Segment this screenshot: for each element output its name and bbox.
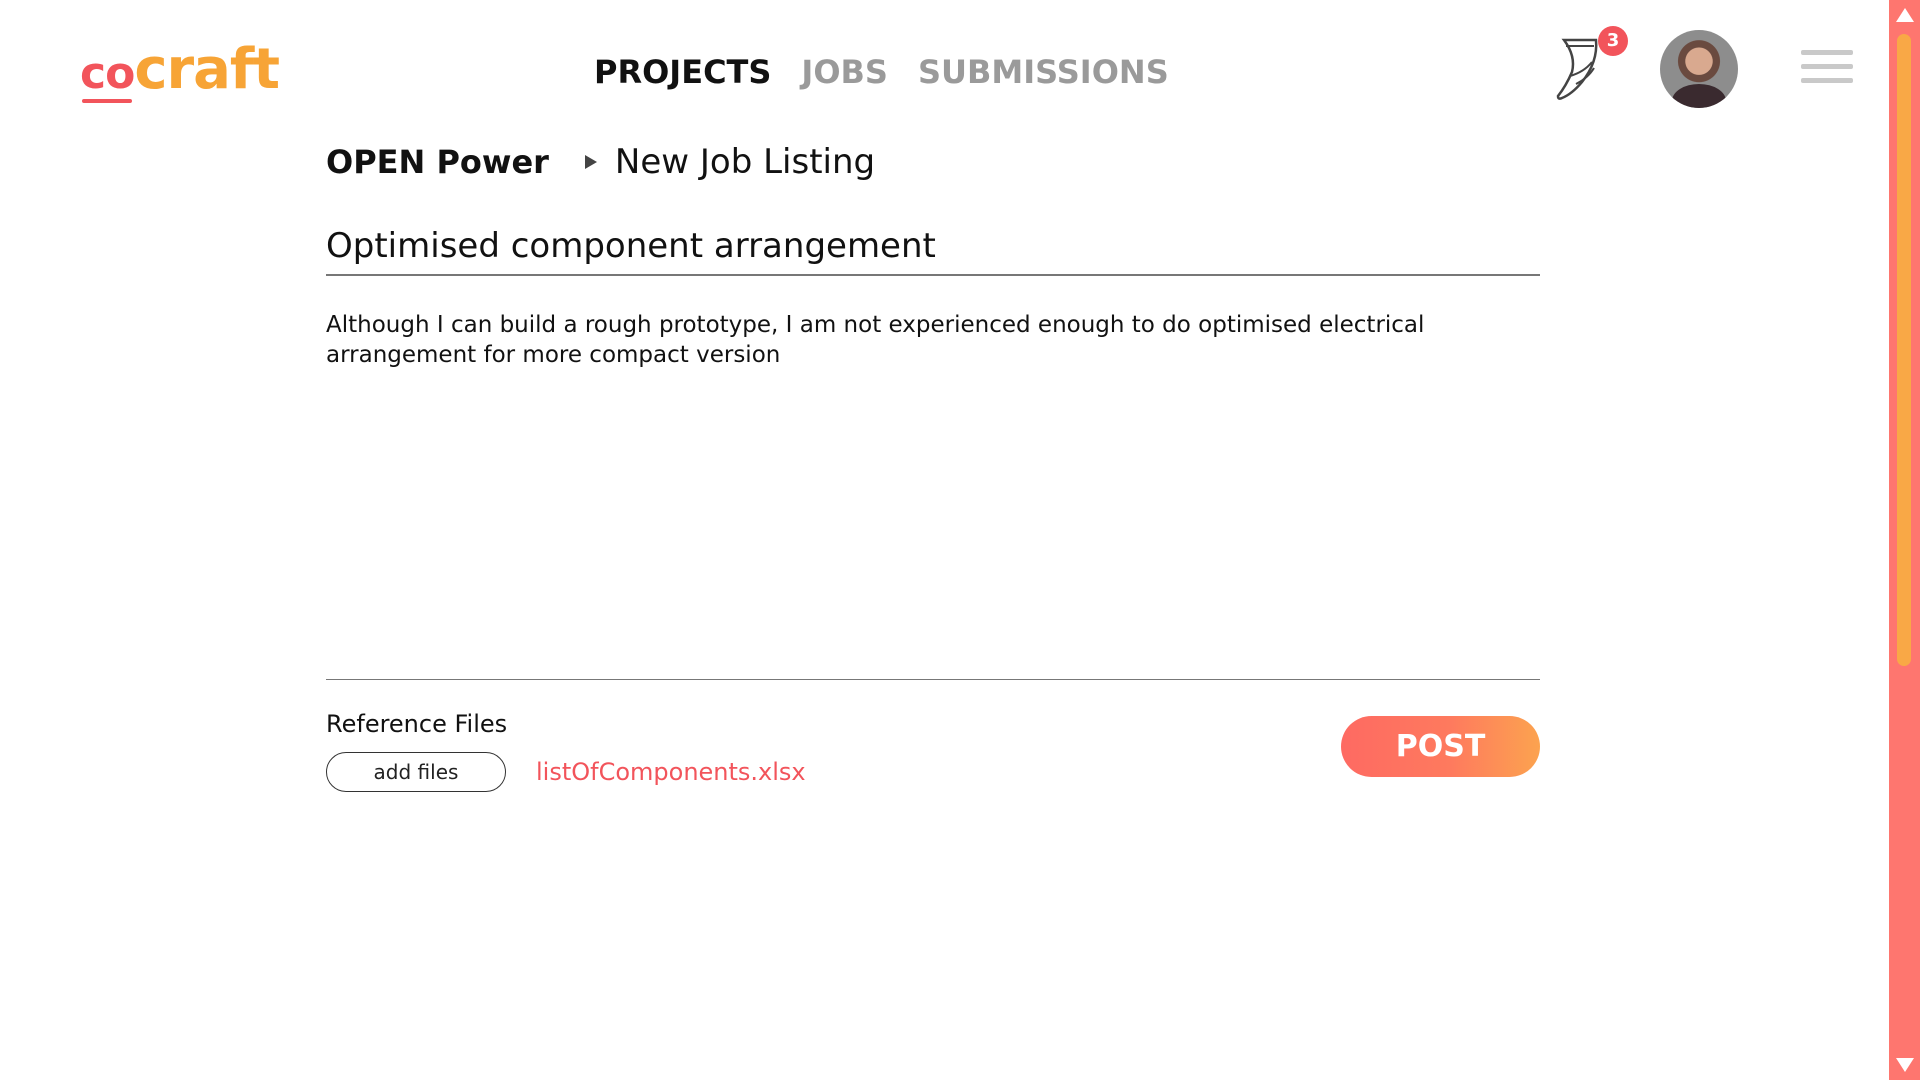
- add-files-button[interactable]: add files: [326, 752, 506, 792]
- logo-part-co: co: [80, 48, 135, 99]
- main-nav: PROJECTS JOBS SUBMISSIONS: [594, 52, 1169, 92]
- scroll-thumb[interactable]: [1897, 34, 1911, 666]
- cocraft-logo[interactable]: cocraft: [80, 37, 280, 104]
- job-title-input[interactable]: [326, 218, 1540, 276]
- reference-file-link[interactable]: listOfComponents.xlsx: [536, 758, 806, 786]
- avatar-shirt: [1672, 84, 1726, 108]
- nav-jobs[interactable]: JOBS: [801, 52, 888, 92]
- nav-projects[interactable]: PROJECTS: [594, 52, 771, 92]
- hamburger-menu-icon[interactable]: [1801, 50, 1853, 88]
- breadcrumb-current-page: New Job Listing: [614, 142, 876, 182]
- breadcrumb: OPEN Power New Job Listing: [326, 142, 875, 182]
- notification-badge: 3: [1598, 26, 1628, 56]
- job-description-textarea[interactable]: Although I can build a rough prototype, …: [326, 310, 1540, 680]
- nav-submissions[interactable]: SUBMISSIONS: [918, 52, 1169, 92]
- menu-line: [1801, 64, 1853, 69]
- triangle-right-icon: [584, 155, 597, 169]
- menu-line: [1801, 50, 1853, 55]
- vertical-scrollbar[interactable]: [1889, 0, 1920, 1080]
- scroll-up-arrow-icon[interactable]: [1896, 8, 1914, 22]
- avatar[interactable]: [1660, 30, 1738, 108]
- post-button[interactable]: POST: [1341, 716, 1540, 777]
- logo-part-craft: craft: [134, 37, 280, 102]
- breadcrumb-project[interactable]: OPEN Power: [326, 143, 549, 181]
- reference-files-label: Reference Files: [326, 710, 508, 738]
- scroll-down-arrow-icon[interactable]: [1896, 1058, 1914, 1072]
- menu-line: [1801, 78, 1853, 83]
